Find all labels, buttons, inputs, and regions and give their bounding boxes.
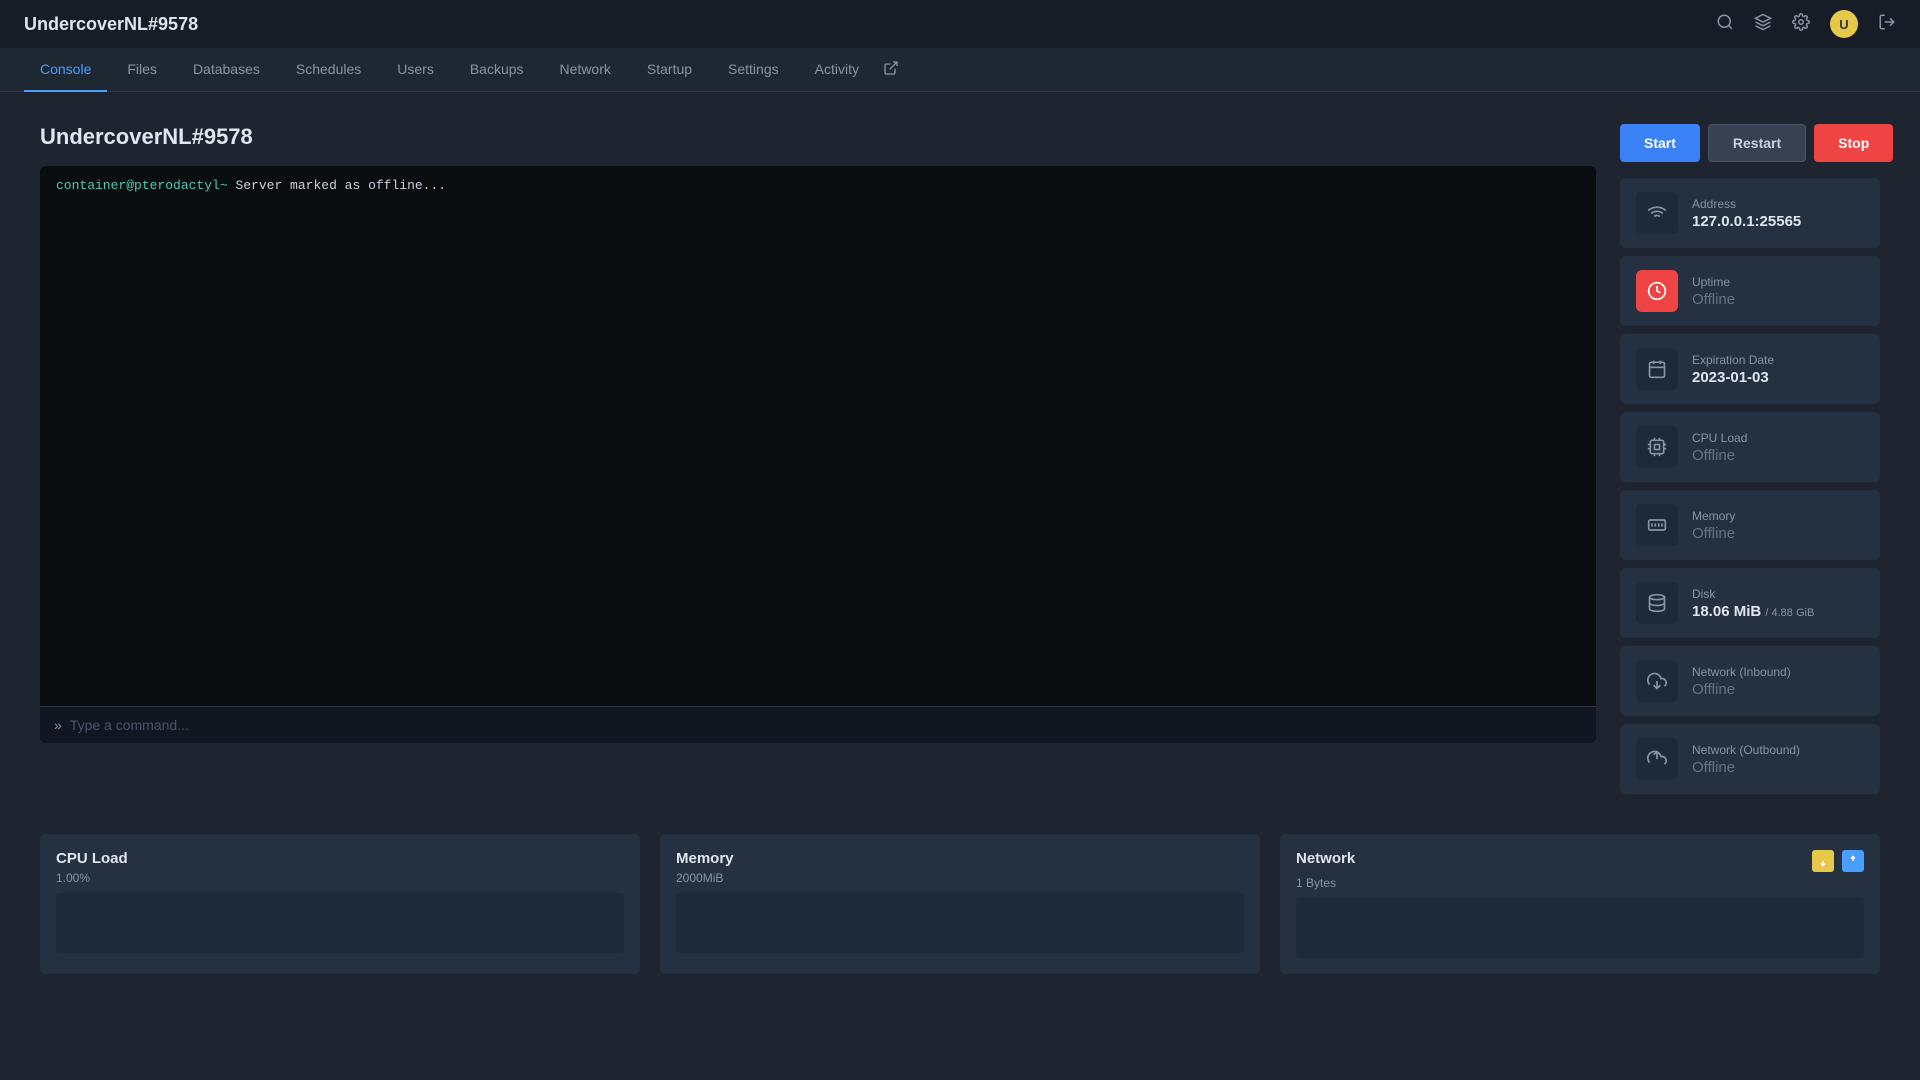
main-content: UndercoverNL#9578 container@pterodactyl~… xyxy=(0,92,1920,834)
disk-label: Disk xyxy=(1692,587,1814,601)
topbar-icons: U xyxy=(1716,10,1896,38)
cpu-chart-area xyxy=(56,893,624,953)
memory-value: Offline xyxy=(1692,525,1735,542)
network-inbound-info: Network (Inbound) Offline xyxy=(1692,665,1791,698)
console-prompt-user: container@pterodactyl~ xyxy=(56,178,228,193)
tab-files[interactable]: Files xyxy=(111,48,173,92)
tab-settings[interactable]: Settings xyxy=(712,48,795,92)
topbar: UndercoverNL#9578 U xyxy=(0,0,1920,48)
memory-chart-header: Memory xyxy=(676,850,1244,867)
expiration-icon-wrap xyxy=(1636,348,1678,390)
user-avatar[interactable]: U xyxy=(1830,10,1858,38)
network-outbound-chart-icon[interactable] xyxy=(1842,850,1864,872)
network-chart-icons xyxy=(1812,850,1864,872)
stat-card-network-outbound: Network (Outbound) Offline xyxy=(1620,724,1880,794)
uptime-label: Uptime xyxy=(1692,275,1735,289)
address-label: Address xyxy=(1692,197,1801,211)
bottom-charts: CPU Load 1.00% Memory 2000MiB Network 1 … xyxy=(0,834,1920,1006)
stat-card-address: Address 127.0.0.1:25565 xyxy=(1620,178,1880,248)
cpu-info: CPU Load Offline xyxy=(1692,431,1747,464)
network-chart-header: Network xyxy=(1296,850,1864,872)
nav-tabs: Console Files Databases Schedules Users … xyxy=(0,48,1920,92)
network-inbound-value: Offline xyxy=(1692,681,1791,698)
cpu-chart-title: CPU Load xyxy=(56,850,128,867)
network-inbound-icon-wrap xyxy=(1636,660,1678,702)
stat-card-uptime: Uptime Offline xyxy=(1620,256,1880,326)
console-wrapper: container@pterodactyl~ Server marked as … xyxy=(40,166,1596,743)
stop-button[interactable]: Stop xyxy=(1814,124,1893,162)
memory-info: Memory Offline xyxy=(1692,509,1735,542)
restart-button[interactable]: Restart xyxy=(1708,124,1806,162)
stat-card-network-inbound: Network (Inbound) Offline xyxy=(1620,646,1880,716)
cpu-icon-wrap xyxy=(1636,426,1678,468)
stat-card-memory: Memory Offline xyxy=(1620,490,1880,560)
tab-schedules[interactable]: Schedules xyxy=(280,48,377,92)
disk-icon-wrap xyxy=(1636,582,1678,624)
stat-card-cpu: CPU Load Offline xyxy=(1620,412,1880,482)
uptime-info: Uptime Offline xyxy=(1692,275,1735,308)
memory-chart-subtitle: 2000MiB xyxy=(676,871,1244,885)
tab-users[interactable]: Users xyxy=(381,48,450,92)
network-outbound-value: Offline xyxy=(1692,759,1800,776)
tab-backups[interactable]: Backups xyxy=(454,48,540,92)
right-panel: Start Restart Stop Address 127.0.0.1:255… xyxy=(1620,124,1880,802)
stat-card-disk: Disk 18.06 MiB / 4.88 GiB xyxy=(1620,568,1880,638)
logout-icon[interactable] xyxy=(1878,13,1896,36)
network-outbound-label: Network (Outbound) xyxy=(1692,743,1800,757)
gear-icon[interactable] xyxy=(1792,13,1810,36)
address-icon-wrap xyxy=(1636,192,1678,234)
cpu-value: Offline xyxy=(1692,447,1747,464)
stat-card-expiration: Expiration Date 2023-01-03 xyxy=(1620,334,1880,404)
network-chart-title: Network xyxy=(1296,850,1355,867)
expiration-value: 2023-01-03 xyxy=(1692,369,1774,386)
network-chart-subtitle: 1 Bytes xyxy=(1296,876,1864,890)
topbar-title: UndercoverNL#9578 xyxy=(24,14,198,35)
layers-icon[interactable] xyxy=(1754,13,1772,36)
address-value: 127.0.0.1:25565 xyxy=(1692,213,1801,230)
cpu-chart-header: CPU Load xyxy=(56,850,624,867)
cpu-label: CPU Load xyxy=(1692,431,1747,445)
left-panel: UndercoverNL#9578 container@pterodactyl~… xyxy=(40,124,1596,802)
tab-databases[interactable]: Databases xyxy=(177,48,276,92)
memory-label: Memory xyxy=(1692,509,1735,523)
network-outbound-icon-wrap xyxy=(1636,738,1678,780)
disk-value: 18.06 MiB / 4.88 GiB xyxy=(1692,603,1814,620)
search-icon[interactable] xyxy=(1716,13,1734,36)
disk-info: Disk 18.06 MiB / 4.88 GiB xyxy=(1692,587,1814,620)
address-info: Address 127.0.0.1:25565 xyxy=(1692,197,1801,230)
tab-console[interactable]: Console xyxy=(24,48,107,92)
tab-activity[interactable]: Activity xyxy=(799,48,875,92)
external-link-icon[interactable] xyxy=(883,60,899,79)
console-prompt-text: Server marked as offline... xyxy=(235,178,446,193)
memory-chart-card: Memory 2000MiB xyxy=(660,834,1260,974)
network-chart-card: Network 1 Bytes xyxy=(1280,834,1880,974)
expiration-info: Expiration Date 2023-01-03 xyxy=(1692,353,1774,386)
tab-startup[interactable]: Startup xyxy=(631,48,708,92)
uptime-value: Offline xyxy=(1692,291,1735,308)
action-buttons: Start Restart Stop xyxy=(1620,124,1880,162)
network-inbound-label: Network (Inbound) xyxy=(1692,665,1791,679)
console-input[interactable] xyxy=(70,717,1582,733)
network-chart-area xyxy=(1296,898,1864,958)
chevron-right-icon: » xyxy=(54,717,62,733)
console-body: container@pterodactyl~ Server marked as … xyxy=(40,166,1596,706)
uptime-icon-wrap xyxy=(1636,270,1678,312)
network-outbound-info: Network (Outbound) Offline xyxy=(1692,743,1800,776)
expiration-label: Expiration Date xyxy=(1692,353,1774,367)
console-input-bar: » xyxy=(40,706,1596,743)
cpu-chart-subtitle: 1.00% xyxy=(56,871,624,885)
network-inbound-chart-icon[interactable] xyxy=(1812,850,1834,872)
memory-chart-area xyxy=(676,893,1244,953)
memory-icon-wrap xyxy=(1636,504,1678,546)
start-button[interactable]: Start xyxy=(1620,124,1700,162)
cpu-chart-card: CPU Load 1.00% xyxy=(40,834,640,974)
tab-network[interactable]: Network xyxy=(544,48,627,92)
memory-chart-title: Memory xyxy=(676,850,734,867)
page-title: UndercoverNL#9578 xyxy=(40,124,1596,150)
